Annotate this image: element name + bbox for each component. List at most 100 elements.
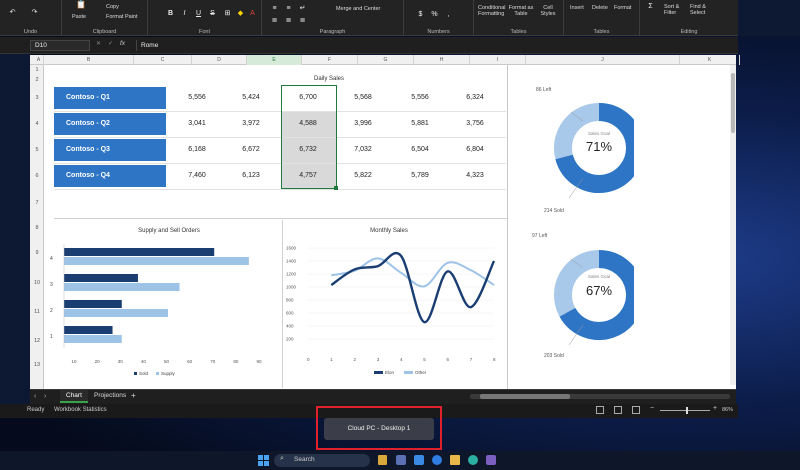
sales-cell[interactable]: 6,804	[448, 146, 502, 153]
sales-cell[interactable]: 3,972	[224, 120, 278, 127]
row-header-2[interactable]: 2	[30, 75, 44, 85]
find-select-button[interactable]: Find & Select	[690, 4, 712, 16]
bold-button[interactable]: B	[166, 9, 175, 18]
currency-button[interactable]: $	[416, 10, 425, 19]
conditional-formatting-button[interactable]: Conditional Formatting	[478, 5, 506, 17]
widgets-icon[interactable]	[378, 455, 387, 465]
paste-icon[interactable]: 📋	[76, 0, 86, 9]
sales-cell[interactable]: 5,556	[393, 94, 447, 101]
scrollbar-thumb[interactable]	[731, 73, 735, 133]
copy-button[interactable]: Copy	[106, 4, 119, 10]
delete-button[interactable]: Delete	[592, 5, 608, 11]
workbook-statistics[interactable]: Workbook Statistics	[54, 407, 107, 413]
sales-cell[interactable]: 5,789	[393, 172, 447, 179]
row-header-1[interactable]: 1	[30, 65, 44, 75]
row-header-10[interactable]: 10	[30, 268, 44, 298]
zoom-slider[interactable]	[660, 407, 710, 414]
sales-cell[interactable]: 6,123	[224, 172, 278, 179]
zoom-level[interactable]: 86%	[722, 407, 733, 413]
formula-input[interactable]: Rome	[136, 40, 736, 51]
normal-view-icon[interactable]	[596, 406, 604, 414]
sales-cell[interactable]: 7,032	[336, 146, 390, 153]
format-paint-button[interactable]: Format Paint	[106, 14, 137, 20]
row-header-9[interactable]: 9	[30, 239, 44, 268]
sales-cell[interactable]: 5,568	[336, 94, 390, 101]
row-label-q4[interactable]: Contoso - Q4	[54, 165, 166, 187]
column-header-d[interactable]: D	[192, 55, 247, 65]
align-top-icon[interactable]: ≡	[270, 4, 279, 13]
start-icon[interactable]	[258, 455, 269, 466]
zoom-in-icon[interactable]: +	[713, 405, 717, 412]
undo-icon[interactable]: ↶	[8, 8, 17, 17]
paste-button[interactable]: Paste	[72, 14, 86, 20]
sales-cell[interactable]: 6,504	[393, 146, 447, 153]
tab-next-icon[interactable]: ›	[44, 393, 46, 400]
row-header-12[interactable]: 12	[30, 327, 44, 355]
tab-prev-icon[interactable]: ‹	[34, 393, 36, 400]
column-header-b[interactable]: B	[44, 55, 134, 65]
add-sheet-button[interactable]: +	[131, 391, 136, 400]
fx-icon[interactable]: fx	[120, 40, 125, 47]
name-box[interactable]: D10	[30, 40, 90, 51]
store-icon[interactable]	[486, 455, 496, 465]
tab-projections[interactable]: Projections	[94, 392, 126, 399]
align-left-icon[interactable]: ≣	[270, 16, 279, 25]
align-middle-icon[interactable]: ≡	[284, 4, 293, 13]
row-header-13[interactable]: 13	[30, 355, 44, 375]
sort-filter-button[interactable]: Sort & Filter	[664, 4, 686, 16]
borders-icon[interactable]: ⊞	[223, 9, 232, 18]
column-header-g[interactable]: G	[358, 55, 414, 65]
font-color-icon[interactable]: A	[248, 9, 257, 18]
sales-cell[interactable]: 3,756	[448, 120, 502, 127]
edge-icon[interactable]	[468, 455, 478, 465]
cloud-pc-icon[interactable]	[432, 455, 442, 465]
fill-handle[interactable]	[334, 186, 338, 190]
row-header-3[interactable]: 3	[30, 85, 44, 111]
align-right-icon[interactable]: ≣	[298, 16, 307, 25]
sales-cell[interactable]: 5,424	[224, 94, 278, 101]
confirm-icon[interactable]: ✓	[108, 40, 113, 47]
row-label-q1[interactable]: Contoso - Q1	[54, 87, 166, 109]
sales-cell[interactable]: 6,324	[448, 94, 502, 101]
row-header-4[interactable]: 4	[30, 111, 44, 137]
column-header-f[interactable]: F	[302, 55, 358, 65]
horizontal-scrollbar[interactable]	[470, 394, 730, 399]
zoom-slider-handle[interactable]	[686, 407, 688, 414]
format-as-table-button[interactable]: Format as Table	[508, 5, 534, 17]
vertical-scrollbar[interactable]	[730, 65, 736, 385]
strikethrough-button[interactable]: S	[208, 9, 217, 18]
align-center-icon[interactable]: ≣	[284, 16, 293, 25]
fill-color-icon[interactable]: ◆	[236, 9, 245, 18]
column-header-a[interactable]: A	[34, 55, 44, 65]
page-break-icon[interactable]	[632, 406, 640, 414]
row-header-7[interactable]: 7	[30, 189, 44, 217]
taskbar-search[interactable]: ⌕ Search	[274, 454, 370, 467]
insert-button[interactable]: Insert	[570, 5, 584, 11]
column-header-j[interactable]: J	[526, 55, 680, 65]
sales-cell[interactable]: 3,996	[336, 120, 390, 127]
wrap-text-icon[interactable]: ↵	[298, 4, 307, 13]
cancel-icon[interactable]: ✕	[96, 40, 101, 47]
teams-icon[interactable]	[414, 455, 424, 465]
merge-center-button[interactable]: Merge and Center	[336, 6, 380, 12]
redo-icon[interactable]: ↷	[30, 8, 39, 17]
underline-button[interactable]: U	[194, 9, 203, 18]
format-button[interactable]: Format	[614, 5, 631, 11]
sales-cell[interactable]: 6,672	[224, 146, 278, 153]
sales-cell[interactable]: 6,168	[170, 146, 224, 153]
column-header-i[interactable]: I	[470, 55, 526, 65]
cell-styles-button[interactable]: Cell Styles	[536, 5, 560, 17]
column-header-e[interactable]: E	[247, 55, 302, 65]
sales-cell[interactable]: 5,556	[170, 94, 224, 101]
h-scrollbar-thumb[interactable]	[480, 394, 570, 399]
row-header-8[interactable]: 8	[30, 217, 44, 239]
cloud-pc-thumbnail[interactable]: Cloud PC - Desktop 1	[324, 418, 434, 440]
row-header-5[interactable]: 5	[30, 137, 44, 163]
file-explorer-icon[interactable]	[450, 455, 460, 465]
sales-cell[interactable]: 7,460	[170, 172, 224, 179]
sales-cell[interactable]: 5,881	[393, 120, 447, 127]
sales-cell[interactable]: 4,323	[448, 172, 502, 179]
column-header-k[interactable]: K	[680, 55, 740, 65]
page-layout-icon[interactable]	[614, 406, 622, 414]
row-label-q2[interactable]: Contoso - Q2	[54, 113, 166, 135]
